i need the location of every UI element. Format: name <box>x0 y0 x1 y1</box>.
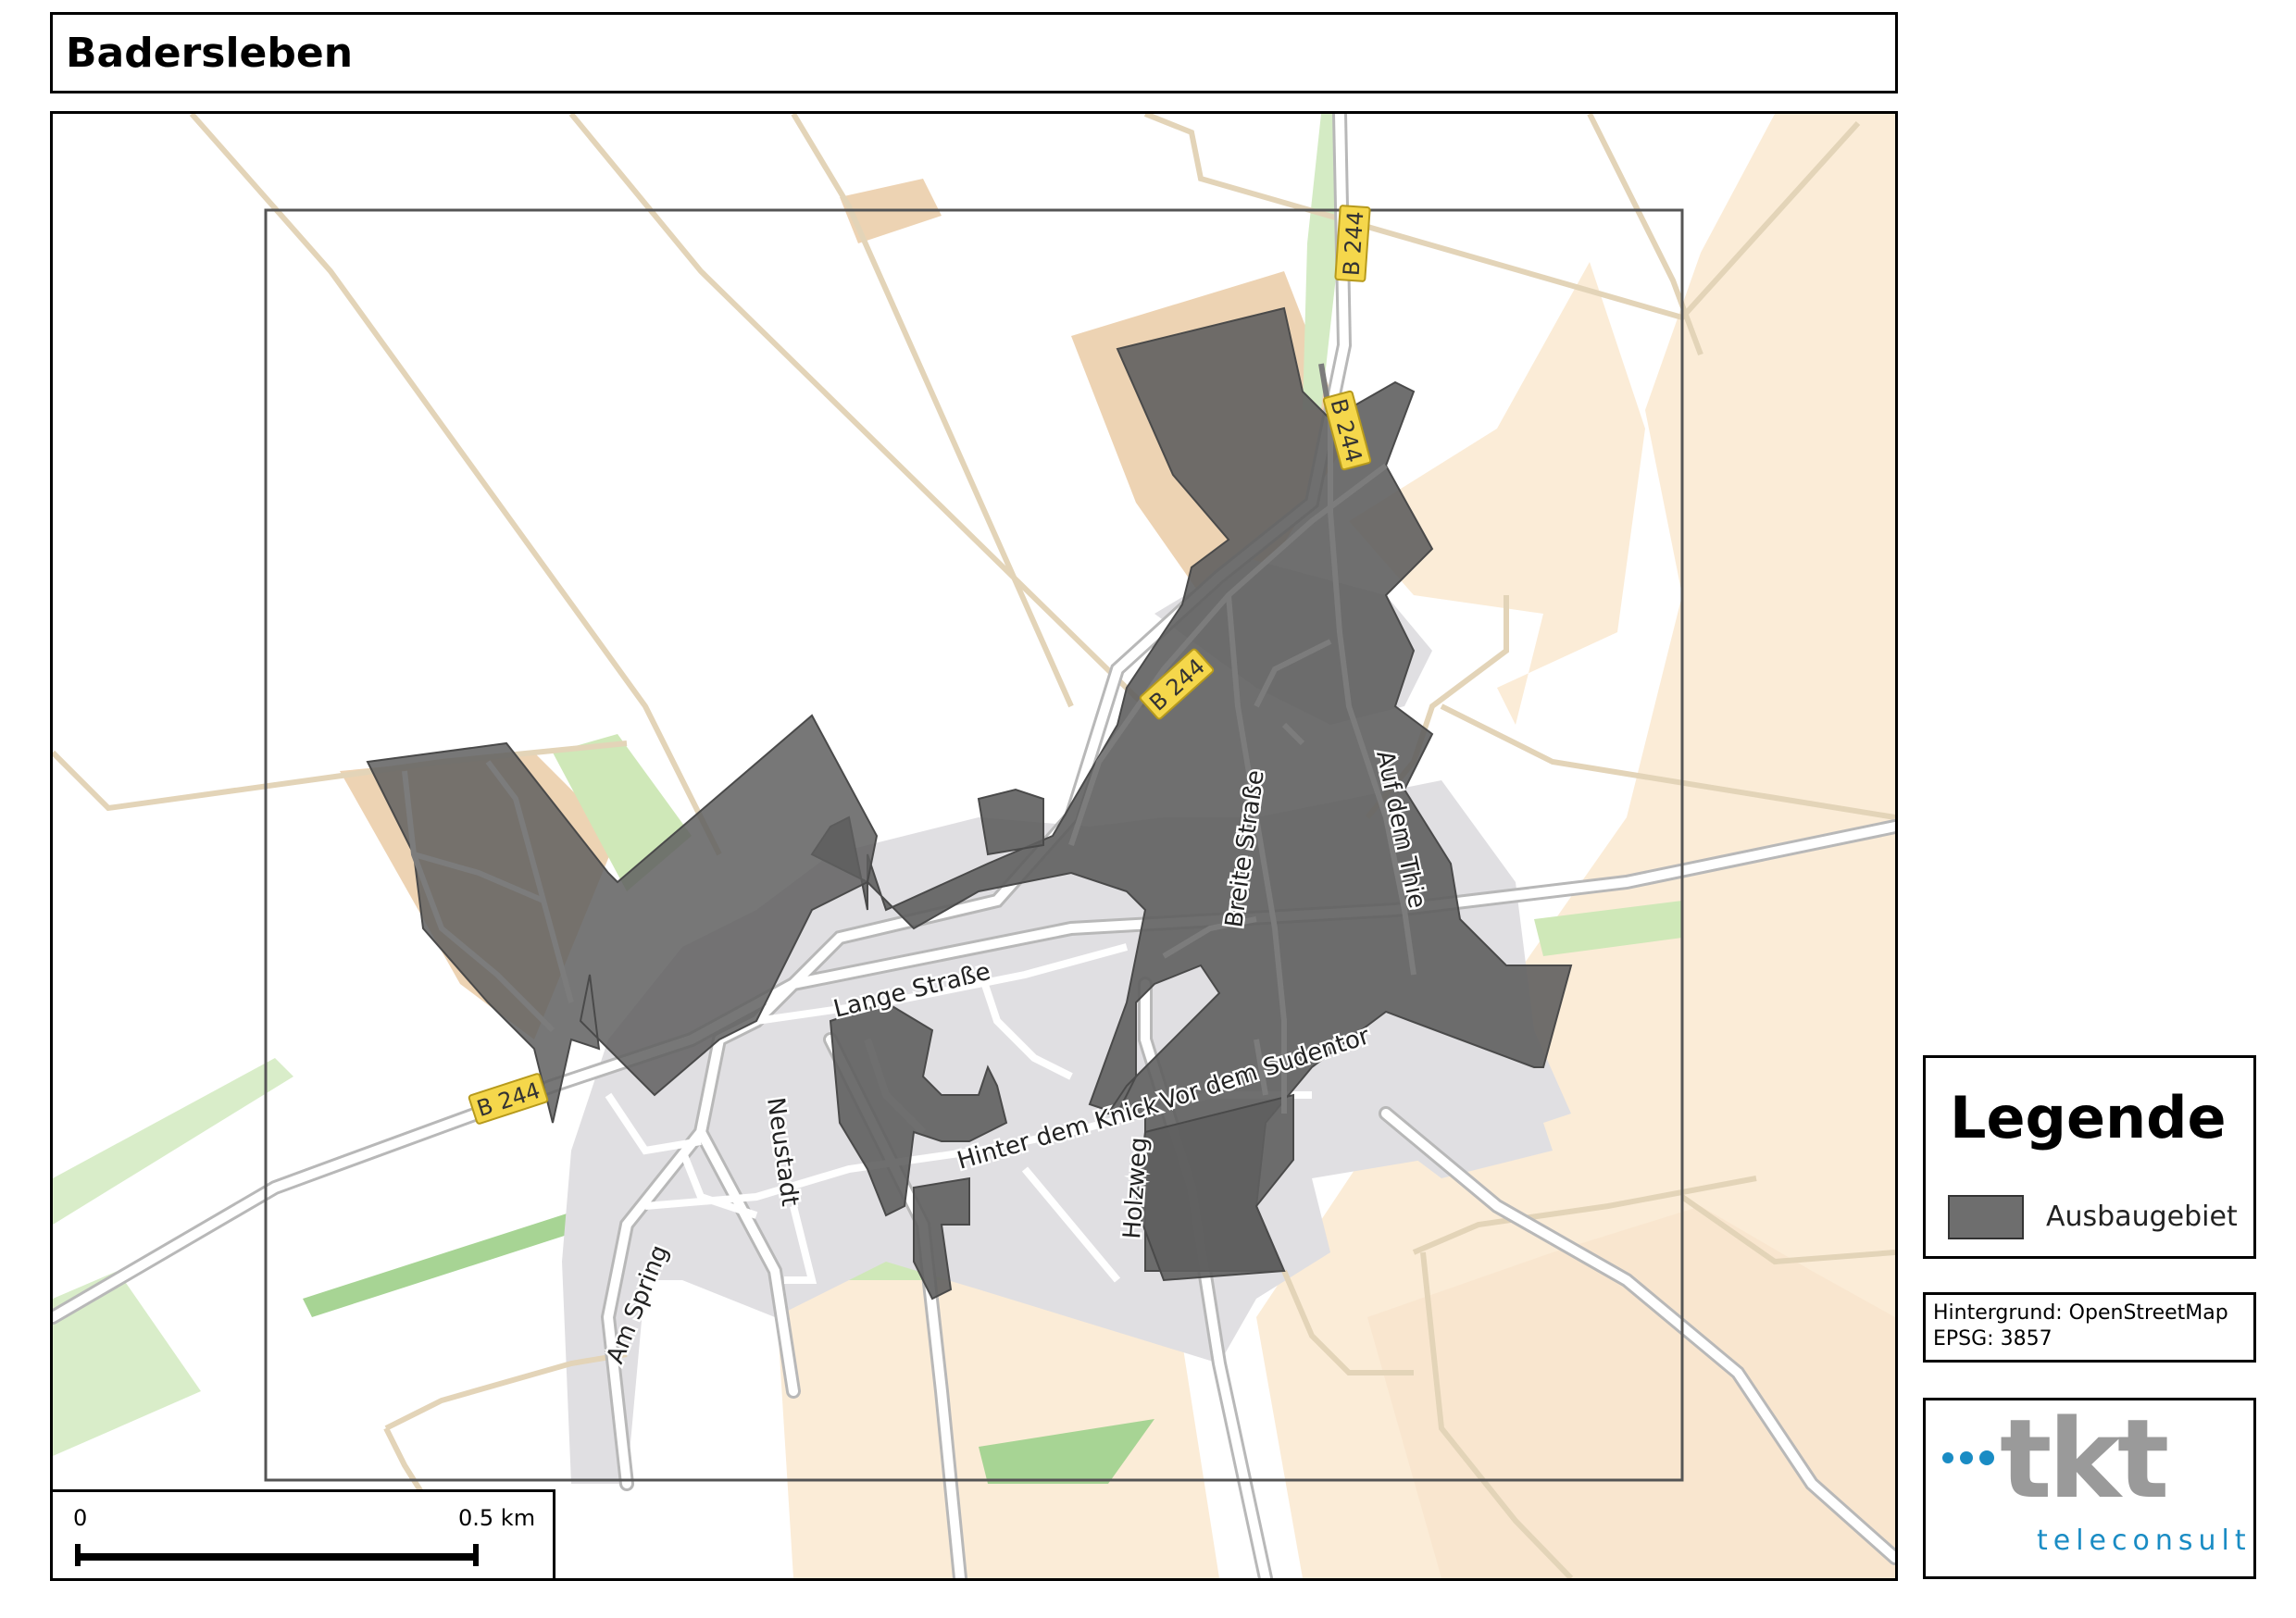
legend-label-ausbaugebiet: Ausbaugebiet <box>2046 1201 2238 1233</box>
logo-name: tkt <box>2000 1398 2169 1523</box>
legend-title: Legende <box>1950 1084 2227 1151</box>
b244-label-1: B 244 <box>1339 210 1369 277</box>
b244-shield-1: B 244 <box>1334 205 1371 282</box>
map-frame[interactable]: B 244 B 244 B 244 B 244 Breite Straße Au… <box>50 111 1898 1581</box>
scale-line <box>75 1553 479 1561</box>
logo-sub: teleconsult <box>2037 1525 2252 1557</box>
scale-bar: 0 0.5 km <box>53 1489 555 1578</box>
legend-box: Legende Ausbaugebiet <box>1923 1055 2256 1259</box>
map-canvas[interactable]: B 244 B 244 B 244 B 244 Breite Straße Au… <box>53 114 1895 1578</box>
scale-zero-label: 0 <box>73 1505 88 1531</box>
ausbaugebiet-east-block <box>977 788 1044 856</box>
scale-tick-right <box>473 1544 479 1566</box>
map-title: Badersleben <box>66 30 354 77</box>
source-box: Hintergrund: OpenStreetMap EPSG: 3857 <box>1923 1292 2256 1363</box>
scale-tick-left <box>75 1544 81 1566</box>
scale-end-label: 0.5 km <box>458 1505 536 1531</box>
title-box: Badersleben <box>50 12 1898 93</box>
logo-dots-icon <box>1942 1450 1994 1465</box>
source-line-2: EPSG: 3857 <box>1933 1327 2053 1350</box>
legend-swatch-ausbaugebiet <box>1948 1195 2024 1239</box>
b244-shield-4: B 244 <box>468 1073 549 1125</box>
source-line-1: Hintergrund: OpenStreetMap <box>1933 1301 2228 1325</box>
logo-box: tkt teleconsult <box>1923 1398 2256 1579</box>
forest-strip2 <box>303 1206 599 1317</box>
